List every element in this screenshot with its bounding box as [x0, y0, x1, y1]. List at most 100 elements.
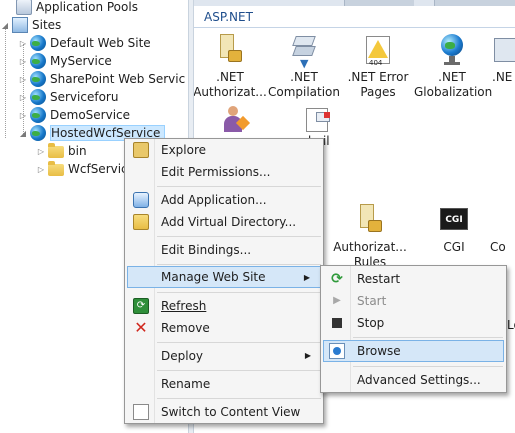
globe-icon	[30, 125, 46, 141]
globe-icon	[436, 34, 468, 66]
collapse-arrow-icon[interactable]: ◢	[0, 21, 10, 30]
tree-item-label: Application Pools	[36, 0, 138, 14]
folder-icon	[48, 161, 64, 176]
menu-item-add-application[interactable]: Add Application...	[127, 189, 321, 211]
feature-partial[interactable]: .NE	[484, 34, 515, 85]
restart-icon: ⟳	[331, 271, 343, 287]
menu-separator	[157, 264, 321, 265]
menu-separator	[157, 370, 321, 371]
tree-item-label: SharePoint Web Servic	[50, 72, 186, 86]
feature-label: .NET Compilation	[267, 70, 341, 99]
submenu-arrow-icon: ▶	[304, 351, 311, 360]
tree-item-serviceforu[interactable]: ▷ Serviceforu	[18, 88, 118, 106]
globe-icon	[30, 107, 46, 123]
feature-cgi[interactable]: CGI CGI	[416, 204, 492, 255]
feature-net-compilation[interactable]: ▼ .NET Compilation	[266, 34, 342, 100]
partial-icon	[484, 34, 515, 66]
globe-icon	[30, 35, 46, 51]
group-divider	[194, 27, 515, 28]
submenu-arrow-icon: ▶	[303, 273, 310, 282]
expand-arrow-icon[interactable]: ▷	[36, 147, 46, 156]
tree-item-default-web-site[interactable]: ▷ Default Web Site	[18, 34, 151, 52]
tree-item-myservice[interactable]: ▷ MyService	[18, 52, 112, 70]
browse-icon	[329, 343, 345, 359]
expand-arrow-icon[interactable]: ▷	[18, 75, 28, 84]
lock-icon	[214, 34, 246, 66]
menu-item-manage-web-site[interactable]: Manage Web Site ▶	[127, 266, 321, 288]
add-application-icon	[133, 192, 149, 208]
feature-partial-label: Lo	[507, 318, 515, 332]
tree-item-sharepoint-web-service[interactable]: ▷ SharePoint Web Servic	[18, 70, 185, 88]
compilation-icon: ▼	[288, 34, 320, 70]
expand-arrow-icon[interactable]: ▷	[18, 57, 28, 66]
remove-icon: ✕	[134, 318, 148, 337]
expand-arrow-icon[interactable]: ▷	[18, 111, 28, 120]
globe-icon	[30, 53, 46, 69]
start-icon: ▶	[333, 295, 341, 306]
feature-label: .NET Authorizat...	[194, 70, 267, 99]
tree-item-sites[interactable]: ◢ Sites	[0, 16, 61, 34]
globe-icon	[30, 89, 46, 105]
menu-item-remove[interactable]: ✕ Remove	[127, 317, 321, 339]
feature-label: CGI	[443, 240, 465, 254]
lock-icon	[354, 204, 386, 236]
feature-net-globalization[interactable]: .NET Globalization	[414, 34, 493, 100]
tree-item-bin[interactable]: ▷ bin	[36, 142, 87, 160]
submenu-item-restart[interactable]: ⟳ Restart	[323, 268, 504, 290]
menu-separator	[157, 236, 321, 237]
menu-separator	[157, 186, 321, 187]
expand-arrow-icon[interactable]: ▷	[18, 93, 28, 102]
error-404-icon: 404	[362, 34, 394, 67]
explore-icon	[133, 142, 149, 158]
tree-item-application-pools[interactable]: Application Pools	[4, 0, 138, 16]
user-icon	[214, 104, 251, 136]
expand-arrow-icon[interactable]: ▷	[36, 165, 46, 174]
collapse-arrow-icon[interactable]: ◢	[18, 129, 28, 138]
submenu-item-start[interactable]: ▶ Start	[323, 290, 504, 312]
menu-item-edit-permissions[interactable]: Edit Permissions...	[127, 161, 321, 183]
feature-authorization-rules[interactable]: Authorizat... Rules	[332, 204, 408, 270]
menu-item-deploy[interactable]: Deploy ▶	[127, 345, 321, 367]
tree-item-demoservice[interactable]: ▷ DemoService	[18, 106, 130, 124]
globe-icon	[30, 71, 46, 87]
menu-item-switch-to-content-view[interactable]: Switch to Content View	[127, 401, 321, 423]
menu-item-edit-bindings[interactable]: Edit Bindings...	[127, 239, 321, 261]
menu-separator	[157, 292, 321, 293]
application-pools-icon	[16, 0, 32, 15]
feature-user[interactable]	[194, 104, 268, 140]
menu-item-add-virtual-directory[interactable]: Add Virtual Directory...	[127, 211, 321, 233]
menu-item-refresh[interactable]: ⟳ Refresh	[127, 295, 321, 317]
refresh-icon: ⟳	[133, 298, 149, 314]
email-icon	[302, 104, 334, 136]
tree-item-label: Default Web Site	[50, 36, 151, 50]
expand-arrow-icon[interactable]: ▷	[18, 39, 28, 48]
stop-icon	[329, 315, 345, 331]
context-menu: Explore Edit Permissions... Add Applicat…	[124, 138, 324, 424]
menu-separator	[353, 366, 503, 367]
menu-separator	[353, 337, 503, 338]
menu-separator	[157, 342, 321, 343]
panel-header-strip	[194, 0, 515, 6]
manage-web-site-submenu: ⟳ Restart ▶ Start Stop Browse Advanced S…	[320, 265, 507, 393]
tree-item-label: Sites	[32, 18, 62, 32]
tree-item-label: bin	[68, 144, 87, 158]
feature-net-error-pages[interactable]: 404 .NET Error Pages	[340, 34, 416, 100]
feature-net-authorization[interactable]: .NET Authorizat...	[194, 34, 268, 100]
feature-label: .NE	[492, 70, 513, 84]
tree-item-label: WcfServic	[68, 162, 128, 176]
feature-label: .NET Globalization	[414, 70, 493, 99]
feature-label: Co	[490, 240, 506, 254]
tree-item-label: MyService	[50, 54, 112, 68]
feature-partial-right[interactable]: Co	[484, 204, 515, 255]
submenu-item-advanced-settings[interactable]: Advanced Settings...	[323, 369, 504, 391]
add-virtual-directory-icon	[133, 214, 149, 230]
menu-item-explore[interactable]: Explore	[127, 139, 321, 161]
submenu-item-stop[interactable]: Stop	[323, 312, 504, 334]
menu-item-rename[interactable]: Rename	[127, 373, 321, 395]
submenu-item-browse[interactable]: Browse	[323, 340, 504, 362]
menu-separator	[157, 398, 321, 399]
group-title: ASP.NET	[204, 10, 253, 24]
folder-icon	[48, 143, 64, 158]
content-view-icon	[133, 404, 149, 420]
tree-item-wcfservice[interactable]: ▷ WcfServic	[36, 160, 128, 178]
